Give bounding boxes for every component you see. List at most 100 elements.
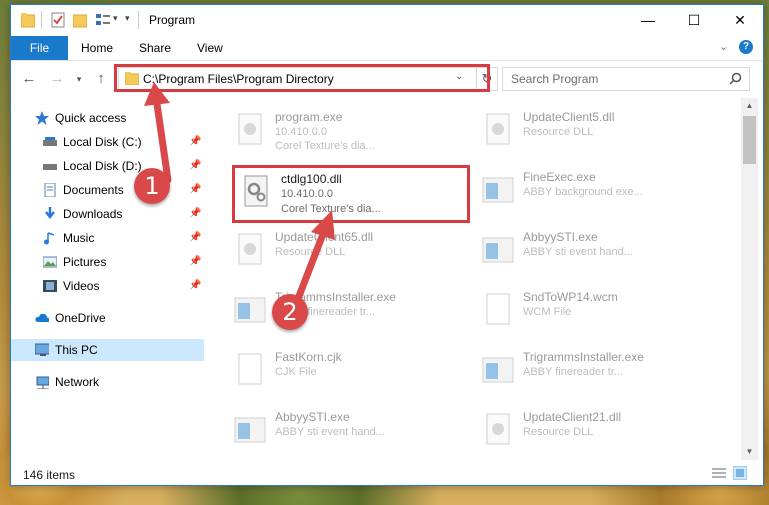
- window-title: Program: [149, 13, 196, 27]
- sidebar-item-pictures[interactable]: Pictures 📌: [11, 251, 204, 273]
- step-2-badge: 2: [272, 294, 308, 330]
- properties-icon[interactable]: [51, 12, 65, 28]
- file-name: UpdateClient21.dll: [523, 410, 622, 424]
- list-item[interactable]: SndToWP14.wcm WCM File: [475, 284, 715, 336]
- file-name: AbbyySTI.exe: [275, 410, 350, 424]
- up-button[interactable]: ↑: [91, 69, 111, 89]
- file-list: program.exe 10.410.0.0 Corel Texture's d…: [219, 98, 741, 460]
- sidebar-item-music[interactable]: Music 📌: [11, 227, 204, 249]
- ribbon-tabs: File Home Share View ⌄ ?: [11, 36, 763, 61]
- list-item[interactable]: TrigrammsInstaller.exe ABBY finereader t…: [475, 344, 715, 396]
- videos-icon: [43, 280, 57, 292]
- tab-share[interactable]: Share: [139, 36, 171, 60]
- sidebar-item-downloads[interactable]: Downloads 📌: [11, 203, 204, 225]
- pin-icon[interactable]: 📌: [189, 275, 201, 297]
- list-item[interactable]: UpdateClient5.dll Resource DLL: [475, 104, 715, 156]
- minimize-button[interactable]: —: [625, 5, 671, 35]
- close-button[interactable]: ✕: [717, 5, 763, 35]
- customize-toolbar-icon[interactable]: ▾: [125, 13, 130, 24]
- sidebar-item-network[interactable]: Network: [11, 371, 204, 393]
- tab-view[interactable]: View: [197, 36, 223, 60]
- list-item[interactable]: FastKorn.cjk CJK File: [227, 344, 467, 396]
- sidebar-item-label: Local Disk (D:): [63, 159, 142, 173]
- file-name: ctdlg100.dll: [281, 172, 342, 186]
- title-bar: ▾ ▾ Program — ☐ ✕: [11, 5, 763, 35]
- step-1-badge: 1: [134, 168, 170, 204]
- file-detail: ABBY background exe...: [523, 186, 643, 198]
- recent-locations-button[interactable]: ▾: [69, 69, 89, 89]
- sidebar-item-label: Pictures: [63, 255, 107, 269]
- sidebar-item-label: This PC: [55, 343, 98, 357]
- file-detail: ABBY sti event hand...: [275, 426, 385, 438]
- computer-icon: [35, 343, 49, 356]
- folder-icon: [21, 13, 35, 28]
- new-folder-icon[interactable]: [73, 12, 87, 28]
- sidebar-item-local-disk-d[interactable]: Local Disk (D:) 📌: [11, 155, 204, 177]
- tab-file[interactable]: File: [11, 36, 68, 60]
- sidebar-item-label: Videos: [63, 279, 100, 293]
- list-item[interactable]: UpdateClient65.dll Resource DLL: [227, 224, 467, 276]
- back-button[interactable]: ←: [19, 69, 39, 89]
- minimize-icon: —: [641, 12, 655, 28]
- help-icon[interactable]: ?: [739, 40, 753, 54]
- list-item[interactable]: AbbyySTI.exe ABBY sti event hand...: [475, 224, 715, 276]
- navigation-pane: Quick access Local Disk (C:) 📌 Local Dis…: [11, 98, 204, 460]
- vertical-scrollbar[interactable]: ▲ ▼: [741, 98, 758, 460]
- list-item[interactable]: AbbyySTI.exe ABBY sti event hand...: [227, 404, 467, 456]
- sidebar-item-label: Local Disk (C:): [63, 135, 142, 149]
- target-file-highlight: ctdlg100.dll 10.410.0.0 Corel Texture's …: [232, 165, 470, 223]
- settings-file-icon: [486, 413, 510, 445]
- settings-file-icon: [486, 113, 510, 145]
- application-icon: [234, 297, 266, 323]
- pin-icon[interactable]: 📌: [189, 179, 201, 201]
- list-item[interactable]: TrigrammsInstaller.exe ABBY finereader t…: [227, 284, 467, 336]
- file-detail: CJK File: [275, 366, 317, 378]
- list-item-ctdlg100-dll[interactable]: ctdlg100.dll 10.410.0.0 Corel Texture's …: [235, 168, 475, 220]
- file-detail: Resource DLL: [523, 426, 594, 438]
- dropdown-arrow-icon[interactable]: ▾: [113, 13, 118, 24]
- scroll-down-icon[interactable]: ▼: [741, 444, 758, 460]
- file-name: SndToWP14.wcm: [523, 290, 618, 304]
- pin-icon[interactable]: 📌: [189, 251, 201, 273]
- sidebar-item-quick-access[interactable]: Quick access: [11, 107, 204, 129]
- sidebar-item-this-pc[interactable]: This PC: [11, 339, 204, 361]
- file-name: TrigrammsInstaller.exe: [523, 350, 644, 364]
- item-count: 146 items: [23, 468, 76, 482]
- file-name: program.exe: [275, 110, 343, 124]
- cloud-icon: [35, 313, 49, 322]
- settings-file-icon: [238, 233, 262, 265]
- list-item[interactable]: FineExec.exe ABBY background exe...: [475, 164, 715, 216]
- downloads-icon: [45, 207, 55, 220]
- list-item[interactable]: program.exe 10.410.0.0 Corel Texture's d…: [227, 104, 467, 156]
- file-detail: Resource DLL: [523, 126, 594, 138]
- star-icon: [35, 111, 49, 125]
- sidebar-item-label: Quick access: [55, 111, 127, 125]
- search-box[interactable]: Search Program: [502, 67, 750, 91]
- sidebar-item-videos[interactable]: Videos 📌: [11, 275, 204, 297]
- sidebar-item-documents[interactable]: Documents 📌: [11, 179, 204, 201]
- sidebar-item-local-disk-c[interactable]: Local Disk (C:) 📌: [11, 131, 204, 153]
- scrollbar-thumb[interactable]: [743, 116, 756, 164]
- file-detail: Corel Texture's dia...: [275, 140, 375, 152]
- expand-ribbon-icon[interactable]: ⌄: [719, 40, 728, 53]
- tiles-view-icon[interactable]: [733, 466, 747, 480]
- pin-icon[interactable]: 📌: [189, 203, 201, 225]
- sidebar-item-label: Music: [63, 231, 95, 245]
- pin-icon[interactable]: 📌: [189, 227, 201, 249]
- application-icon: [482, 237, 514, 263]
- pin-icon[interactable]: 📌: [189, 155, 201, 177]
- scroll-up-icon[interactable]: ▲: [741, 98, 758, 114]
- back-arrow-icon: ←: [21, 70, 37, 87]
- blank-file-icon: [238, 353, 262, 385]
- drive-icon: [43, 137, 57, 146]
- sidebar-item-label: Network: [55, 375, 100, 389]
- maximize-button[interactable]: ☐: [671, 5, 717, 35]
- list-item[interactable]: UpdateClient21.dll Resource DLL: [475, 404, 715, 456]
- tab-home[interactable]: Home: [81, 36, 113, 60]
- sidebar-item-onedrive[interactable]: OneDrive: [11, 307, 204, 329]
- pin-icon[interactable]: 📌: [189, 131, 201, 153]
- details-view-icon[interactable]: [712, 467, 726, 479]
- view-options-icon[interactable]: [95, 12, 111, 28]
- forward-button[interactable]: →: [47, 69, 67, 89]
- search-input[interactable]: Search Program: [511, 72, 598, 86]
